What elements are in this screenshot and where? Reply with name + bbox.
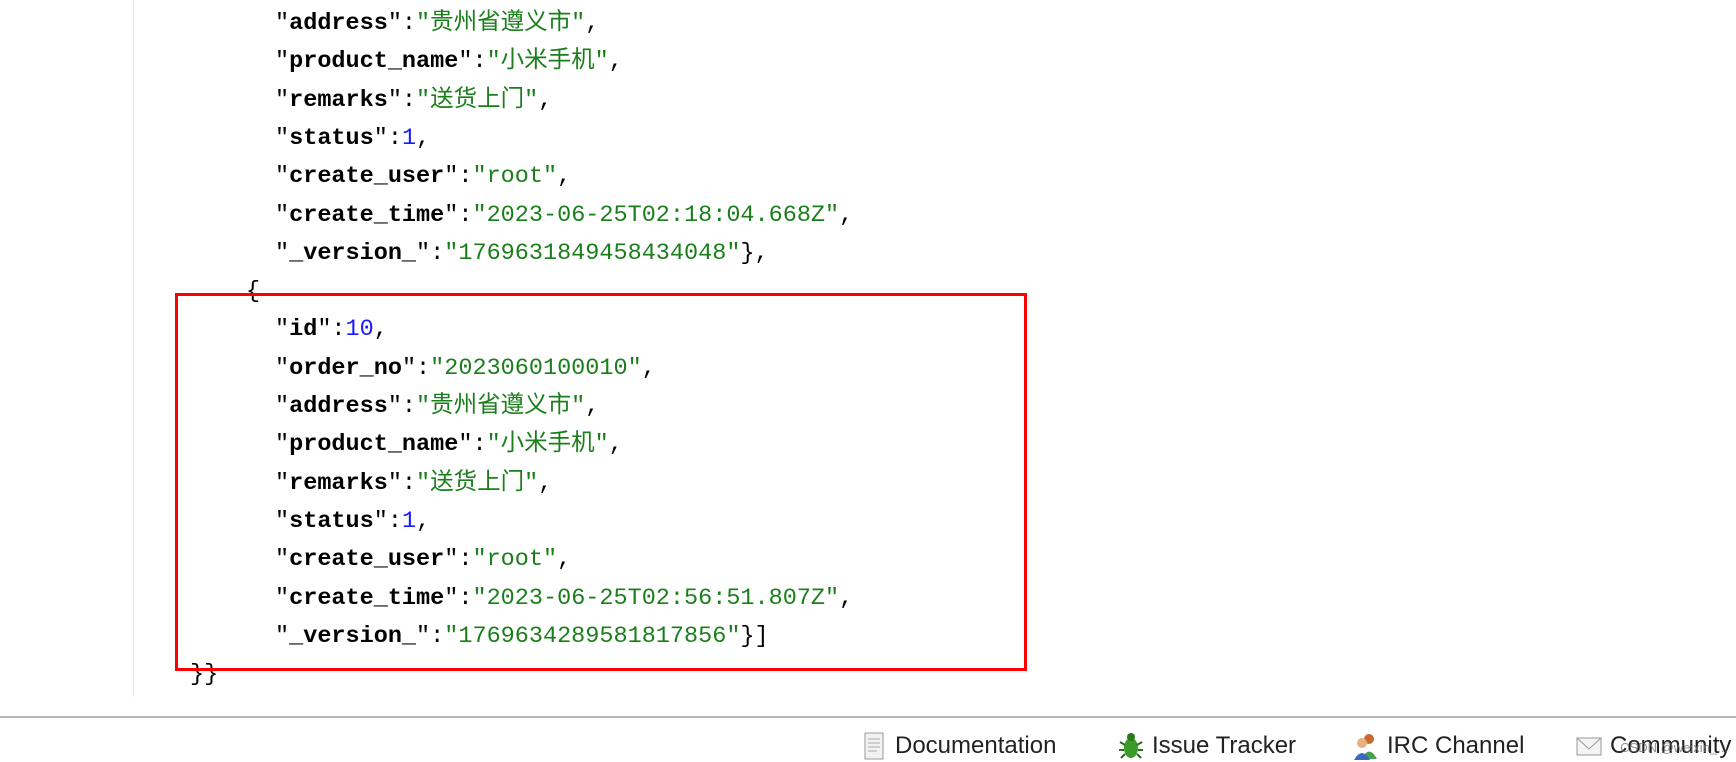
documentation-link[interactable]: Documentation (861, 730, 1056, 762)
issue-tracker-label: Issue Tracker (1152, 732, 1297, 759)
json-string-create_user: root (486, 163, 543, 191)
json-line: "product_name":"小米手机", (275, 48, 623, 76)
json-line: "_version_":"1769631849458434048"}, (275, 239, 769, 267)
json-string-_version_: 1769631849458434048 (458, 239, 727, 267)
left-gutter-line (133, 0, 134, 697)
documentation-label: Documentation (895, 732, 1057, 759)
envelope-icon (1576, 737, 1602, 756)
irc-channel-label: IRC Channel (1387, 732, 1525, 759)
json-line: "status":1, (275, 124, 431, 152)
json-line: "create_user":"root", (275, 163, 572, 191)
watermark: CSDN @weixin_... (1620, 740, 1728, 755)
json-string-address: 贵州省遵义市 (430, 10, 572, 37)
highlight-box (175, 293, 1027, 671)
irc-channel-link[interactable]: IRC Channel (1353, 730, 1524, 762)
people-icon (1354, 734, 1377, 760)
document-icon (864, 732, 884, 760)
footer-divider (0, 716, 1736, 718)
issue-tracker-link[interactable]: Issue Tracker (1118, 730, 1296, 762)
json-string-remarks: 送货上门 (430, 86, 525, 114)
json-line: "address":"贵州省遵义市", (275, 10, 600, 37)
bug-icon (1119, 733, 1143, 759)
json-line: "remarks":"送货上门", (275, 86, 553, 114)
json-string-create_time: 2023-06-25T02:18:04.668Z (486, 201, 826, 229)
footer-links: Documentation Issue Tracker IRC Channel … (0, 730, 1736, 762)
json-number-status: 1 (401, 124, 417, 152)
json-line: "create_time":"2023-06-25T02:18:04.668Z"… (275, 201, 854, 229)
json-string-product_name: 小米手机 (500, 48, 595, 76)
